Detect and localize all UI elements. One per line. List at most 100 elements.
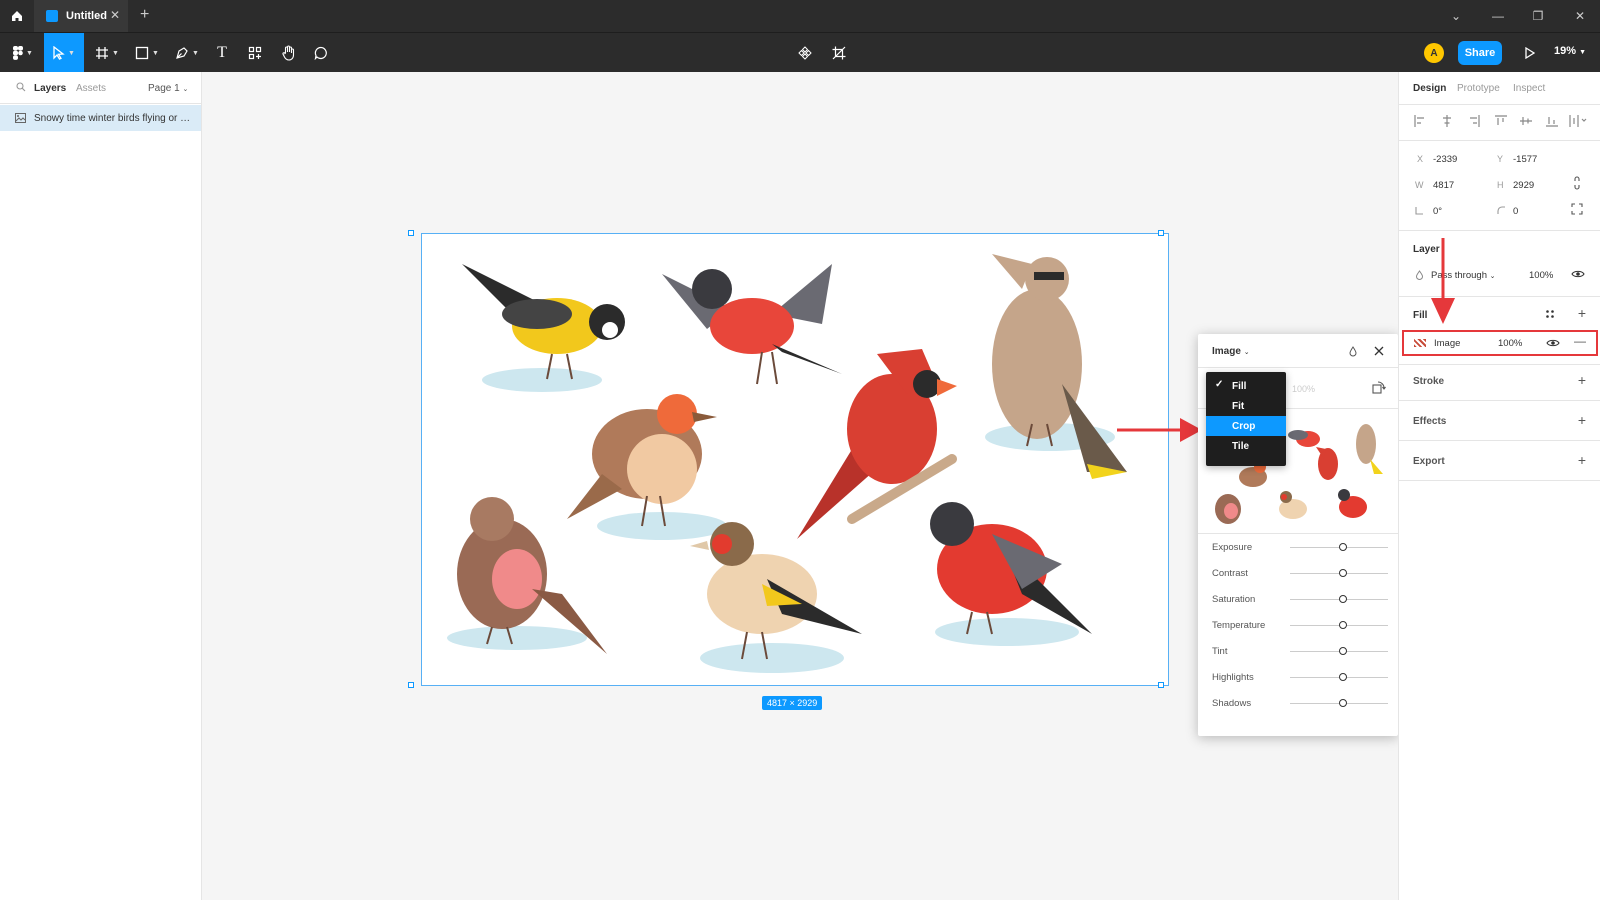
resources-tool-button[interactable] [240,33,270,73]
fill-type-selector[interactable]: Image ⌄ [1212,346,1250,357]
share-button[interactable]: Share [1458,41,1502,65]
scale-mode-label: Crop [1232,420,1256,432]
exposure-label: Exposure [1212,542,1253,553]
checkmark-icon: ✓ [1215,379,1224,390]
crop-image-button[interactable] [824,33,854,73]
home-icon [12,11,22,21]
zoom-value: 19% [1554,45,1577,57]
scale-mode-dropdown: ✓ Fill Fit Crop Tile [1206,372,1286,466]
present-button[interactable] [1518,41,1542,65]
add-effect-button[interactable]: + [1578,412,1586,428]
tab-layers[interactable]: Layers [34,83,66,94]
components-grid-icon [248,46,262,60]
page-selector[interactable]: Page 1 ⌄ [148,83,188,94]
component-diamond-icon [798,46,812,60]
saturation-slider-knob[interactable] [1339,595,1347,603]
divider [1399,440,1600,441]
user-avatar[interactable]: A [1424,43,1444,63]
restore-icon[interactable]: ❐ [1518,0,1558,32]
chevron-down-icon: ▼ [192,49,199,57]
scale-mode-crop[interactable]: Crop [1206,416,1286,436]
comment-bubble-icon [314,46,327,60]
left-panel-tabs: Layers Assets Page 1 ⌄ [0,72,201,104]
close-window-icon[interactable]: ✕ [1560,0,1600,32]
droplet-icon[interactable] [1348,346,1358,357]
chevron-down-icon: ⌄ [1243,349,1250,356]
scale-mode-fit[interactable]: Fit [1206,396,1286,416]
highlights-slider-knob[interactable] [1339,673,1347,681]
chevron-down-icon: ▼ [68,49,75,57]
comment-tool-button[interactable] [306,33,336,73]
main-menu-button[interactable]: ▼ [6,33,40,73]
popover-header: Image ⌄ [1198,334,1398,368]
hand-icon [282,45,295,61]
shadows-slider-row: Shadows [1212,696,1390,712]
title-bar: Untitled ✕ + ⌄ — ❐ ✕ [0,0,1600,32]
scale-mode-label: Fit [1232,400,1245,412]
zoom-level[interactable]: 19% ▼ [1554,45,1586,57]
image-opacity-value: 100% [1292,384,1316,394]
export-section-title: Export [1413,456,1445,467]
tab-list-chevron-icon[interactable]: ⌄ [1436,0,1476,32]
exposure-slider-knob[interactable] [1339,543,1347,551]
temperature-label: Temperature [1212,620,1266,631]
scale-mode-tile[interactable]: Tile [1206,436,1286,456]
contrast-label: Contrast [1212,568,1248,579]
toolbar: ▼ ▼ ▼ ▼ ▼ T A Share 19% ▼ [0,32,1600,73]
design-panel: Design Prototype Inspect X -2339 Y -1577… [1398,72,1600,900]
tint-slider-knob[interactable] [1339,647,1347,655]
tint-slider-row: Tint [1212,644,1390,660]
highlights-slider-row: Highlights [1212,670,1390,686]
fill-type-label: Image [1212,346,1241,357]
pen-tool-button[interactable]: ▼ [170,33,204,73]
text-tool-button[interactable]: T [208,33,236,73]
layer-item[interactable]: Snowy time winter birds flying or h... [0,105,201,131]
figma-file-icon [46,10,58,22]
effects-section-title: Effects [1413,416,1447,427]
add-export-button[interactable]: + [1578,452,1586,468]
annotation-arrowhead [1431,298,1455,324]
tint-label: Tint [1212,646,1228,657]
shadows-slider-knob[interactable] [1339,699,1347,707]
play-icon [1525,47,1535,59]
chevron-down-icon: ▼ [26,49,33,57]
file-tab[interactable]: Untitled ✕ [34,0,128,32]
pen-nib-icon [176,47,188,59]
rectangle-icon [135,46,149,60]
temperature-slider-knob[interactable] [1339,621,1347,629]
rotate-image-icon[interactable] [1372,380,1386,394]
cursor-arrow-icon [53,46,65,60]
add-stroke-button[interactable]: + [1578,372,1586,388]
layer-name: Snowy time winter birds flying or h... [34,112,194,124]
tab-assets[interactable]: Assets [76,83,106,94]
page-name: Page 1 [148,83,180,94]
scale-mode-fill[interactable]: ✓ Fill [1206,376,1286,396]
tab-title: Untitled [66,10,107,22]
create-component-button[interactable] [790,33,820,73]
temperature-slider-row: Temperature [1212,618,1390,634]
scale-mode-label: Tile [1232,440,1250,452]
chevron-down-icon: ▼ [152,49,159,57]
shape-tool-button[interactable]: ▼ [130,33,164,73]
search-icon[interactable] [16,82,26,92]
figma-logo-icon [13,46,24,60]
chevron-down-icon: ▼ [1579,49,1587,56]
home-button[interactable] [0,0,34,32]
frame-tool-button[interactable]: ▼ [90,33,124,73]
contrast-slider-row: Contrast [1212,566,1390,582]
new-tab-button[interactable]: + [140,6,149,24]
shadows-label: Shadows [1212,698,1252,709]
move-tool-button[interactable]: ▼ [44,33,84,73]
tab-close-icon[interactable]: ✕ [110,8,120,22]
saturation-slider-row: Saturation [1212,592,1390,608]
contrast-slider-knob[interactable] [1339,569,1347,577]
scale-mode-label: Fill [1232,380,1247,392]
chevron-down-icon: ⌄ [182,86,189,93]
stroke-section-title: Stroke [1413,376,1445,387]
close-icon[interactable] [1374,346,1384,356]
layers-panel: Layers Assets Page 1 ⌄ Snowy time winter… [0,72,202,900]
hand-tool-button[interactable] [274,33,304,73]
image-icon [15,113,26,123]
minimize-icon[interactable]: — [1478,0,1518,32]
crop-icon [832,46,846,60]
